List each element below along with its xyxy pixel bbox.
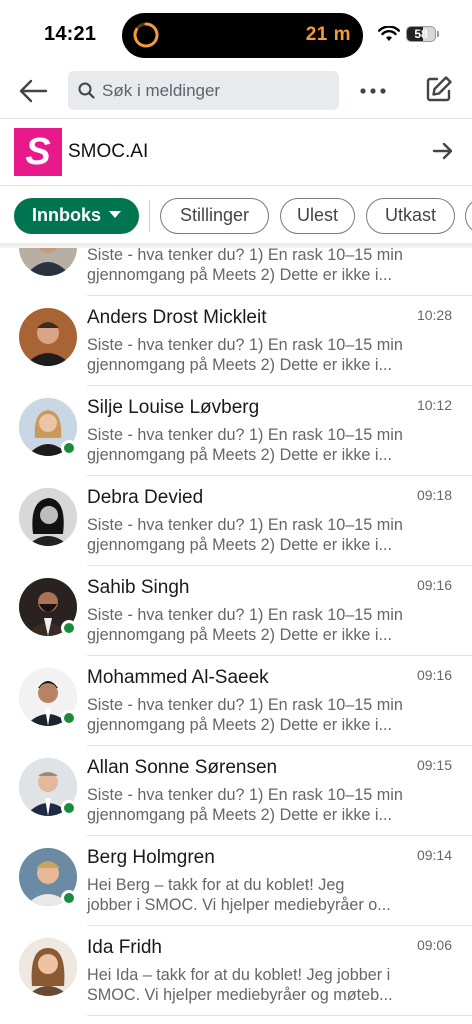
filter-bar: Innboks Stillinger Ulest Utkast bbox=[0, 186, 472, 244]
message-preview: Siste - hva tenker du? 1) En rask 10–15 … bbox=[87, 606, 403, 644]
compose-icon[interactable] bbox=[424, 74, 454, 104]
back-arrow-icon[interactable] bbox=[16, 76, 50, 106]
message-preview: Siste - hva tenker du? 1) En rask 10–15 … bbox=[87, 336, 403, 374]
filter-separator bbox=[149, 200, 150, 232]
timer-text: 21 m bbox=[305, 24, 351, 45]
message-preview: Hei Ida – takk for at du koblet! Jeg job… bbox=[87, 966, 393, 1004]
caret-down-icon bbox=[109, 211, 121, 218]
arrow-right-icon[interactable] bbox=[432, 141, 454, 161]
conversation-item[interactable]: Siste - hva tenker du? 1) En rask 10–15 … bbox=[0, 248, 472, 296]
contact-name: Mohammed Al-Saeek bbox=[87, 667, 269, 688]
conversation-list: Siste - hva tenker du? 1) En rask 10–15 … bbox=[0, 248, 472, 1024]
contact-name: Silje Louise Løvberg bbox=[87, 397, 260, 418]
conversation-item[interactable]: Debra Devied 09:18 Siste - hva tenker du… bbox=[0, 476, 472, 566]
search-input[interactable] bbox=[102, 71, 332, 110]
row-divider bbox=[87, 1015, 472, 1016]
filter-chip-utkast[interactable]: Utkast bbox=[366, 198, 455, 234]
message-preview: Siste - hva tenker du? 1) En rask 10–15 … bbox=[87, 786, 403, 824]
contact-name: Sahib Singh bbox=[87, 577, 190, 598]
contact-name: Debra Devied bbox=[87, 487, 204, 508]
message-preview: Siste - hva tenker du? 1) En rask 10–15 … bbox=[87, 426, 403, 464]
message-preview: Hei Berg – takk for at du koblet! Jeg jo… bbox=[87, 876, 391, 914]
status-bar: 14:21 21 m 58 bbox=[0, 0, 472, 66]
company-logo: S bbox=[14, 128, 62, 176]
conversation-item[interactable]: Sahib Singh 09:16 Siste - hva tenker du?… bbox=[0, 566, 472, 656]
message-preview: Siste - hva tenker du? 1) En rask 10–15 … bbox=[87, 248, 403, 284]
contact-name: Berg Holmgren bbox=[87, 847, 215, 868]
filter-chip-label: Ulest bbox=[296, 205, 338, 225]
search-bar[interactable] bbox=[68, 71, 339, 110]
online-indicator bbox=[61, 620, 77, 636]
timer-icon bbox=[133, 22, 159, 48]
message-time: 10:12 bbox=[416, 397, 452, 413]
more-options-icon[interactable] bbox=[356, 78, 390, 104]
company-page-row[interactable]: S SMOC.AI bbox=[0, 119, 472, 185]
message-time: 09:14 bbox=[416, 847, 452, 863]
avatar bbox=[19, 248, 77, 276]
online-indicator bbox=[61, 710, 77, 726]
company-logo-letter: S bbox=[25, 131, 51, 173]
contact-name: Anders Drost Mickleit bbox=[87, 307, 267, 328]
message-preview: Siste - hva tenker du? 1) En rask 10–15 … bbox=[87, 516, 403, 554]
avatar bbox=[19, 308, 77, 366]
message-time: 09:06 bbox=[416, 937, 452, 953]
online-indicator bbox=[61, 440, 77, 456]
contact-name: Ida Fridh bbox=[87, 937, 162, 958]
battery-text: 58 bbox=[414, 27, 428, 41]
message-time: 10:28 bbox=[416, 307, 452, 323]
battery-cap bbox=[437, 31, 439, 37]
status-time: 14:21 bbox=[44, 23, 97, 45]
online-indicator bbox=[61, 800, 77, 816]
conversation-item[interactable]: Mohammed Al-Saeek 09:16 Siste - hva tenk… bbox=[0, 656, 472, 746]
filter-chip-more[interactable] bbox=[465, 198, 472, 234]
dynamic-island[interactable]: 21 m bbox=[122, 13, 363, 58]
message-time: 09:15 bbox=[416, 757, 452, 773]
filter-chip-label: Stillinger bbox=[179, 205, 250, 225]
filter-chip-stillinger[interactable]: Stillinger bbox=[160, 198, 269, 234]
message-time: 09:16 bbox=[416, 667, 452, 683]
message-time: 09:16 bbox=[416, 577, 452, 593]
battery-icon: 58 bbox=[406, 26, 436, 42]
company-name: SMOC.AI bbox=[68, 141, 149, 162]
filter-chip-label: Utkast bbox=[384, 205, 436, 225]
wifi-icon bbox=[378, 26, 400, 41]
conversation-item[interactable]: Silje Louise Løvberg 10:12 Siste - hva t… bbox=[0, 386, 472, 476]
message-time: 09:18 bbox=[416, 487, 452, 503]
contact-name: Allan Sonne Sørensen bbox=[87, 757, 278, 778]
online-indicator bbox=[61, 890, 77, 906]
avatar bbox=[19, 938, 77, 996]
messaging-screen: 14:21 21 m 58 Søk i meldinger S SMOC.AI … bbox=[0, 0, 472, 1024]
search-icon bbox=[78, 82, 95, 99]
filter-chip-innboks[interactable]: Innboks bbox=[14, 198, 139, 234]
filter-chip-label: Innboks bbox=[31, 205, 101, 225]
conversation-item[interactable]: Ida Fridh 09:06 Hei Ida – takk for at du… bbox=[0, 926, 472, 1016]
message-preview: Siste - hva tenker du? 1) En rask 10–15 … bbox=[87, 696, 403, 734]
app-header bbox=[0, 66, 472, 118]
conversation-item[interactable]: Anders Drost Mickleit 10:28 Siste - hva … bbox=[0, 296, 472, 386]
avatar bbox=[19, 488, 77, 546]
conversation-item[interactable]: Allan Sonne Sørensen 09:15 Siste - hva t… bbox=[0, 746, 472, 836]
filter-chip-ulest[interactable]: Ulest bbox=[280, 198, 355, 234]
conversation-item[interactable]: Berg Holmgren 09:14 Hei Berg – takk for … bbox=[0, 836, 472, 926]
